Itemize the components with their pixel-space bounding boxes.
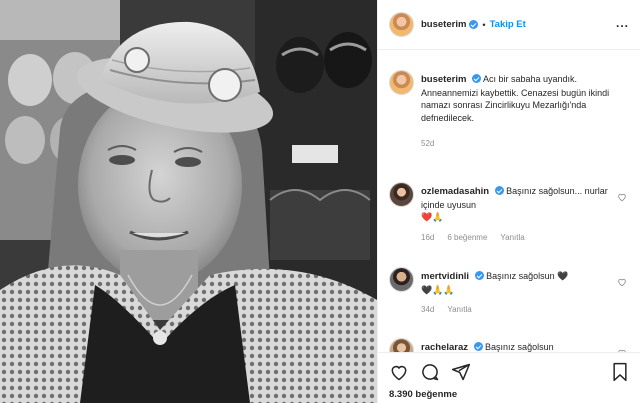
comment-icon[interactable] bbox=[420, 362, 440, 382]
reply-button[interactable]: Yanıtla bbox=[447, 304, 471, 317]
avatar[interactable] bbox=[389, 338, 414, 352]
verified-badge-icon bbox=[473, 342, 483, 351]
bookmark-icon[interactable] bbox=[611, 362, 629, 382]
reply-button[interactable]: Yanıtla bbox=[500, 232, 524, 245]
comment-time[interactable]: 34d bbox=[421, 304, 434, 317]
avatar[interactable] bbox=[389, 70, 414, 95]
verified-badge-icon bbox=[469, 20, 479, 29]
instagram-post: buseterim • Takip Et ... buseterim Acı b… bbox=[0, 0, 640, 403]
like-comment-heart-icon[interactable] bbox=[617, 192, 627, 202]
comment-time[interactable]: 16d bbox=[421, 232, 434, 245]
post-photo-image bbox=[0, 0, 377, 403]
share-icon[interactable] bbox=[451, 362, 471, 382]
header-username[interactable]: buseterim bbox=[421, 19, 466, 30]
post-footer: 8.390 beğenme bbox=[378, 352, 640, 403]
avatar[interactable] bbox=[389, 12, 414, 37]
verified-badge-icon bbox=[474, 271, 484, 280]
post-photo[interactable] bbox=[0, 0, 377, 403]
like-comment-heart-icon[interactable] bbox=[617, 277, 627, 287]
comment-username[interactable]: ozlemadasahin bbox=[421, 186, 489, 197]
avatar[interactable] bbox=[389, 182, 414, 207]
post-header: buseterim • Takip Et ... bbox=[378, 0, 640, 50]
comment-username[interactable]: rachelaraz bbox=[421, 342, 468, 352]
heart-icon[interactable] bbox=[389, 362, 409, 382]
caption-time[interactable]: 52d bbox=[421, 138, 434, 151]
comment-username[interactable]: mertvidinli bbox=[421, 271, 469, 282]
comment-emoji: ❤️🙏 bbox=[421, 212, 444, 222]
likes-count[interactable]: 8.390 beğenme bbox=[389, 389, 457, 400]
separator-dot: • bbox=[482, 19, 486, 30]
comment-likes[interactable]: 6 beğenme bbox=[447, 232, 487, 245]
comment-emoji: 🖤🙏🙏 bbox=[421, 284, 455, 295]
avatar[interactable] bbox=[389, 267, 414, 292]
comment-text: Başınız sağolsun bbox=[485, 342, 554, 352]
post-side-panel: buseterim • Takip Et ... buseterim Acı b… bbox=[377, 0, 640, 403]
verified-badge-icon bbox=[494, 186, 504, 195]
follow-button[interactable]: Takip Et bbox=[490, 19, 526, 30]
comments-list[interactable]: buseterim Acı bir sabaha uyandık. Annean… bbox=[378, 51, 640, 352]
more-options-icon[interactable]: ... bbox=[616, 17, 629, 29]
comment-text: Başınız sağolsun 🖤 bbox=[486, 271, 569, 281]
verified-badge-icon bbox=[471, 74, 481, 83]
action-bar bbox=[389, 362, 471, 382]
caption-username[interactable]: buseterim bbox=[421, 74, 466, 85]
